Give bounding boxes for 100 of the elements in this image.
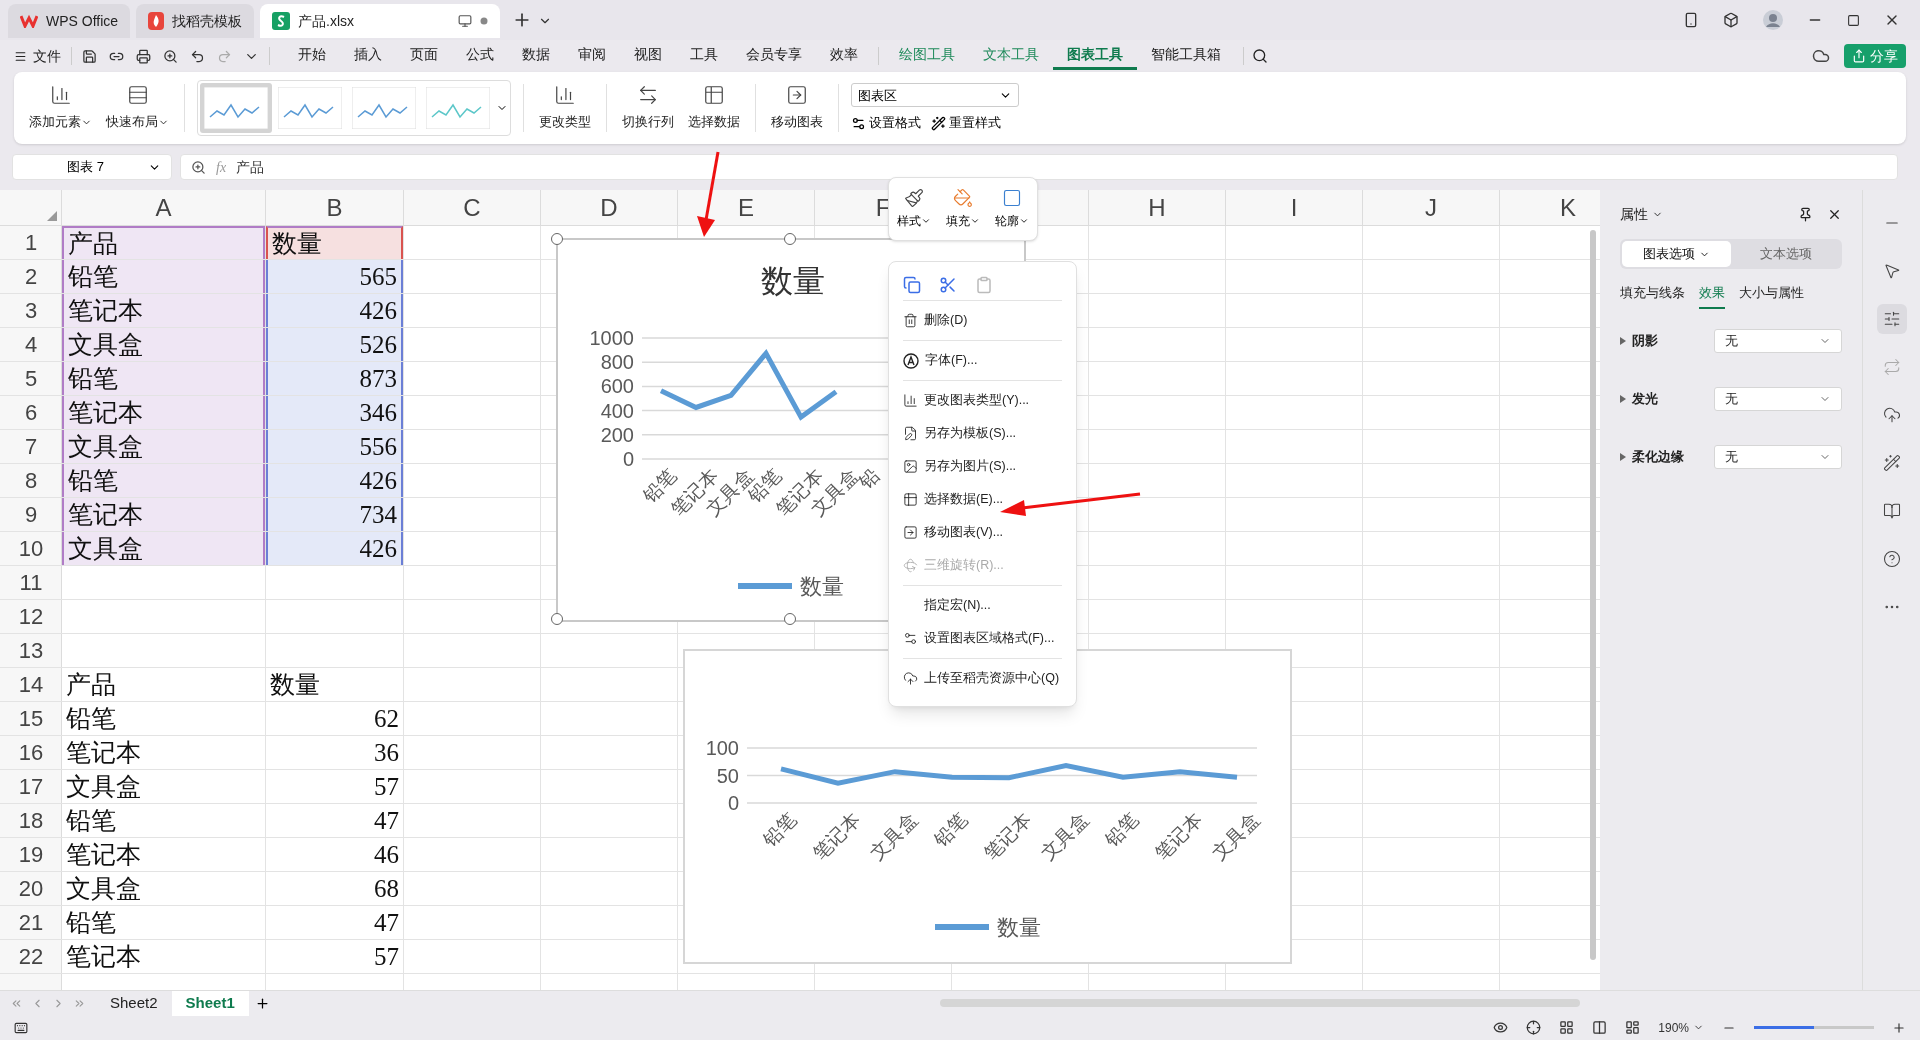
- name-box[interactable]: 图表 7: [12, 154, 172, 180]
- save-icon[interactable]: [82, 48, 97, 64]
- normal-view-icon[interactable]: [1559, 1020, 1575, 1035]
- property-label[interactable]: 柔化边缘: [1620, 446, 1684, 467]
- ribbon-button[interactable]: 选择数据: [685, 84, 743, 132]
- dropdown-field[interactable]: 无: [1714, 386, 1842, 411]
- help-icon[interactable]: [1882, 550, 1901, 568]
- row-header[interactable]: 6: [24, 396, 38, 429]
- property-label[interactable]: 阴影: [1620, 330, 1658, 351]
- avatar-icon[interactable]: [1763, 10, 1783, 30]
- toolbar-button[interactable]: 轮廓: [995, 188, 1030, 230]
- chart-element-dropdown[interactable]: 图表区: [851, 83, 1019, 108]
- menu-item[interactable]: 上传至稻壳资源中心(Q): [903, 662, 1062, 695]
- menu-tab[interactable]: 会员专享: [732, 42, 816, 70]
- page-view-icon[interactable]: [1592, 1020, 1608, 1035]
- horizontal-scrollbar[interactable]: [940, 999, 1580, 1007]
- ribbon-button[interactable]: 添加元素: [26, 84, 95, 132]
- cloud-icon[interactable]: [1812, 47, 1830, 65]
- cube-icon[interactable]: [1723, 12, 1739, 28]
- property-label[interactable]: 发光: [1620, 388, 1658, 409]
- row-header[interactable]: 4: [24, 328, 38, 361]
- column-header[interactable]: K: [1560, 190, 1576, 226]
- pointer-icon[interactable]: [1882, 262, 1901, 280]
- search-icon[interactable]: [1252, 48, 1268, 64]
- row-header[interactable]: 14: [18, 668, 44, 701]
- row-header[interactable]: 5: [24, 362, 38, 395]
- menu-tab[interactable]: 视图: [620, 42, 676, 70]
- column-header[interactable]: C: [463, 190, 481, 226]
- row-header[interactable]: 17: [18, 770, 44, 803]
- column-header[interactable]: H: [1148, 190, 1166, 226]
- row-header[interactable]: 21: [18, 906, 44, 939]
- panel-tab[interactable]: 文本选项: [1731, 241, 1840, 267]
- tablet-icon[interactable]: [1683, 12, 1699, 28]
- menu-tab[interactable]: 插入: [340, 42, 396, 70]
- menu-tab[interactable]: 工具: [676, 42, 732, 70]
- panel-subtab[interactable]: 效果: [1699, 283, 1725, 309]
- close-icon[interactable]: [1827, 207, 1842, 222]
- panel-title[interactable]: 属性: [1620, 204, 1663, 225]
- row-header[interactable]: 22: [18, 940, 44, 973]
- row-header[interactable]: 7: [24, 430, 38, 463]
- dropdown-field[interactable]: 无: [1714, 444, 1842, 469]
- zoom-slider[interactable]: [1754, 1026, 1814, 1029]
- sliders-icon[interactable]: [1882, 310, 1901, 328]
- dropdown-field[interactable]: 无: [1714, 328, 1842, 353]
- row-header[interactable]: 11: [19, 566, 43, 599]
- restore-icon[interactable]: [1847, 13, 1860, 27]
- toolbar-button[interactable]: 填充: [946, 188, 980, 230]
- crosshair-icon[interactable]: [1526, 1020, 1542, 1035]
- row-header[interactable]: 12: [18, 600, 44, 633]
- sheet-tab[interactable]: Sheet1: [171, 990, 249, 1016]
- print-preview-icon[interactable]: [163, 48, 178, 64]
- row-header[interactable]: 9: [24, 498, 38, 531]
- file-menu[interactable]: 文件: [14, 45, 61, 67]
- row-header[interactable]: 1: [24, 226, 38, 259]
- add-sheet-icon[interactable]: [254, 995, 270, 1011]
- resize-handle[interactable]: [784, 613, 796, 625]
- ribbon-button[interactable]: 更改类型: [536, 84, 594, 132]
- row-header[interactable]: 15: [18, 702, 44, 735]
- menu-tab[interactable]: 智能工具箱: [1137, 42, 1235, 70]
- menu-tab[interactable]: 页面: [396, 42, 452, 70]
- ribbon-button[interactable]: 重置样式: [931, 113, 1001, 133]
- sheet-tab[interactable]: Sheet2: [96, 990, 172, 1016]
- print-icon[interactable]: [136, 48, 151, 64]
- document-tab[interactable]: WPS Office: [8, 4, 131, 38]
- select-all-icon[interactable]: [47, 211, 57, 221]
- ribbon-button[interactable]: 设置格式: [851, 113, 921, 133]
- document-tab[interactable]: 产品.xlsx: [260, 4, 501, 38]
- column-header[interactable]: B: [326, 190, 343, 226]
- pin-icon[interactable]: [1798, 207, 1813, 222]
- menu-tab[interactable]: 公式: [452, 42, 508, 70]
- column-header[interactable]: A: [155, 190, 172, 226]
- toolbar-button[interactable]: 样式: [896, 188, 931, 230]
- ribbon-button[interactable]: 切换行列: [619, 84, 677, 132]
- row-header[interactable]: 8: [24, 464, 38, 497]
- column-header[interactable]: J: [1425, 190, 1437, 226]
- row-header[interactable]: 10: [18, 532, 44, 565]
- ribbon-button[interactable]: 快速布局: [103, 84, 172, 132]
- keyboard-icon[interactable]: [14, 1020, 28, 1035]
- zoom-level[interactable]: 190%: [1658, 1018, 1704, 1037]
- book-icon[interactable]: [1882, 502, 1901, 520]
- column-header[interactable]: D: [600, 190, 618, 226]
- row-header[interactable]: 19: [18, 838, 44, 871]
- row-header[interactable]: 13: [18, 634, 44, 667]
- undo-icon[interactable]: [190, 48, 205, 64]
- column-header[interactable]: I: [1290, 190, 1298, 226]
- column-header[interactable]: E: [738, 190, 754, 226]
- copy-icon[interactable]: [903, 276, 921, 294]
- layout-view-icon[interactable]: [1625, 1020, 1641, 1035]
- row-header[interactable]: 18: [18, 804, 44, 837]
- upload-icon[interactable]: [1882, 406, 1901, 424]
- row-header[interactable]: 16: [18, 736, 44, 769]
- panel-subtab[interactable]: 填充与线条: [1620, 283, 1685, 309]
- ribbon-button[interactable]: 移动图表: [768, 84, 826, 132]
- menu-tab[interactable]: 文本工具: [969, 42, 1053, 70]
- cut-icon[interactable]: [939, 276, 957, 294]
- menu-tab[interactable]: 绘图工具: [885, 42, 969, 70]
- row-header[interactable]: 20: [18, 872, 44, 905]
- wand-icon[interactable]: [1882, 454, 1901, 472]
- document-tab[interactable]: 找稻壳模板: [136, 4, 255, 38]
- row-header[interactable]: 2: [24, 260, 38, 293]
